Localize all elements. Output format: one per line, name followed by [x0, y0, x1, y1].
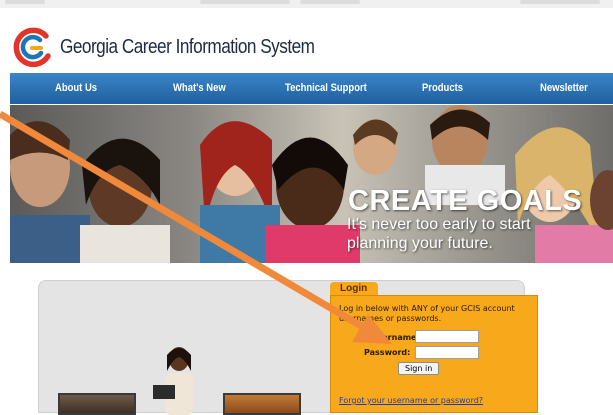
nav-whats-new[interactable]: What's New	[173, 82, 226, 94]
gcis-logo-icon[interactable]	[10, 26, 54, 70]
username-input[interactable]	[415, 330, 479, 343]
main-nav: About Us What's New Technical Support Pr…	[10, 73, 613, 104]
thumbnail-right[interactable]	[223, 393, 301, 415]
login-box: Log in below with ANY of your GCIS accou…	[330, 295, 538, 413]
hero-headline: CREATE GOALS	[348, 185, 583, 217]
nav-technical-support[interactable]: Technical Support	[285, 82, 367, 94]
login-tab-label: Login	[340, 283, 368, 294]
nav-products[interactable]: Products	[422, 82, 463, 94]
hero-subline: It's never too early to start planning y…	[347, 216, 531, 252]
nav-about-us[interactable]: About Us	[55, 82, 97, 94]
password-input[interactable]	[415, 346, 479, 359]
sign-in-button[interactable]: Sign in	[398, 362, 440, 375]
password-label: Password:	[364, 348, 411, 357]
login-instructions: Log in below with ANY of your GCIS accou…	[339, 304, 515, 323]
nav-newsletter[interactable]: Newsletter	[540, 82, 588, 94]
hero-banner: CREATE GOALS It's never too early to sta…	[10, 105, 613, 263]
site-brand-name[interactable]: Georgia Career Information System	[60, 36, 315, 59]
username-label: Username:	[371, 333, 420, 342]
forgot-credentials-link[interactable]: Forgot your username or password?	[339, 396, 483, 405]
student-figure-image	[153, 347, 193, 415]
site-header: Georgia Career Information System	[0, 8, 613, 70]
login-tab[interactable]: Login	[330, 282, 378, 296]
thumbnail-left[interactable]	[58, 393, 136, 415]
top-strip	[0, 0, 613, 8]
